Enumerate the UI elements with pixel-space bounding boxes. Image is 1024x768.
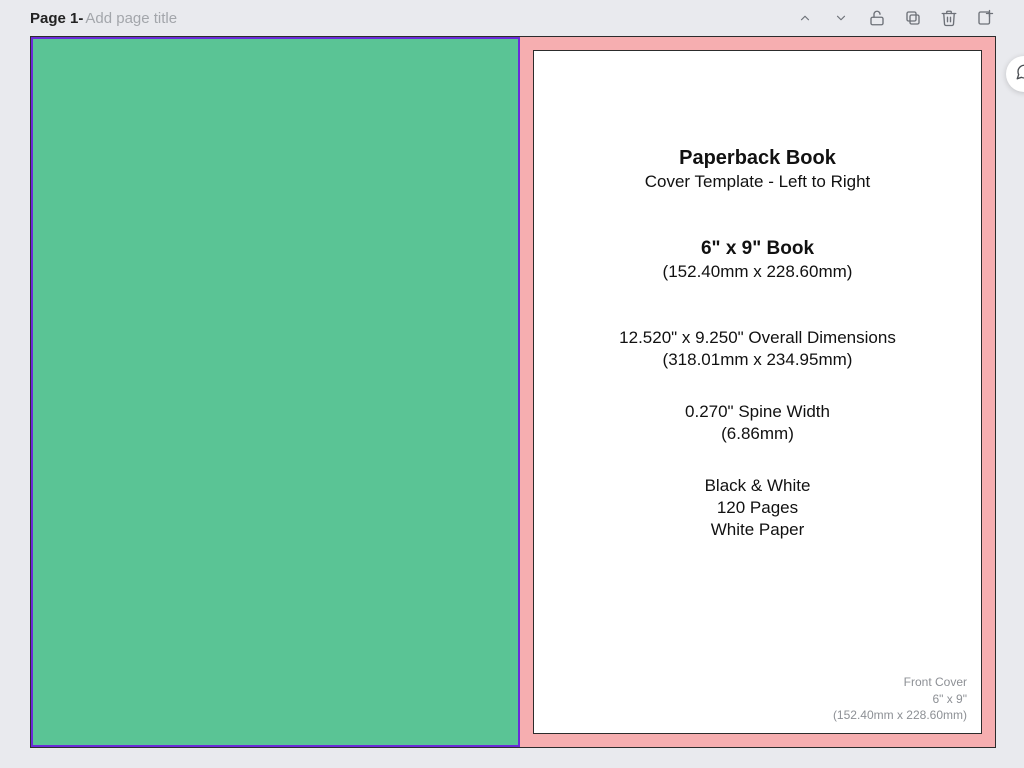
template-title: Paperback Book [534, 147, 981, 170]
book-size-heading: 6" x 9" Book [534, 238, 981, 260]
spec-pages: 120 Pages [534, 498, 981, 518]
spec-color: Black & White [534, 476, 981, 496]
front-cover-panel[interactable]: Paperback Book Cover Template - Left to … [533, 50, 982, 734]
footer-label: Front Cover [833, 674, 967, 690]
unlock-icon[interactable] [868, 9, 886, 27]
template-subtitle: Cover Template - Left to Right [534, 172, 981, 192]
spec-paper: White Paper [534, 520, 981, 540]
book-size-metric: (152.40mm x 228.60mm) [534, 262, 981, 282]
chevron-up-icon[interactable] [796, 9, 814, 27]
front-cover-footer: Front Cover 6" x 9" (152.40mm x 228.60mm… [833, 674, 967, 723]
page-header: Page 1 - Add page title [0, 0, 1024, 36]
spine-width-in: 0.270" Spine Width [534, 402, 981, 422]
overall-dimensions-in: 12.520" x 9.250" Overall Dimensions [534, 328, 981, 348]
canvas-artboard[interactable]: Paperback Book Cover Template - Left to … [30, 36, 996, 748]
add-comment-button[interactable] [1006, 56, 1024, 92]
page-title-input[interactable]: Add page title [85, 10, 177, 27]
page-label-separator: - [78, 10, 83, 27]
page-toolbar [796, 9, 994, 27]
page-number-label[interactable]: Page 1 [30, 10, 78, 27]
duplicate-page-icon[interactable] [904, 9, 922, 27]
spine-width-mm: (6.86mm) [534, 424, 981, 444]
comment-icon [1015, 63, 1024, 86]
chevron-down-icon[interactable] [832, 9, 850, 27]
footer-size-in: 6" x 9" [833, 691, 967, 707]
add-page-icon[interactable] [976, 9, 994, 27]
back-cover-panel[interactable] [31, 37, 520, 747]
trash-icon[interactable] [940, 9, 958, 27]
overall-dimensions-mm: (318.01mm x 234.95mm) [534, 350, 981, 370]
footer-size-mm: (152.40mm x 228.60mm) [833, 707, 967, 723]
